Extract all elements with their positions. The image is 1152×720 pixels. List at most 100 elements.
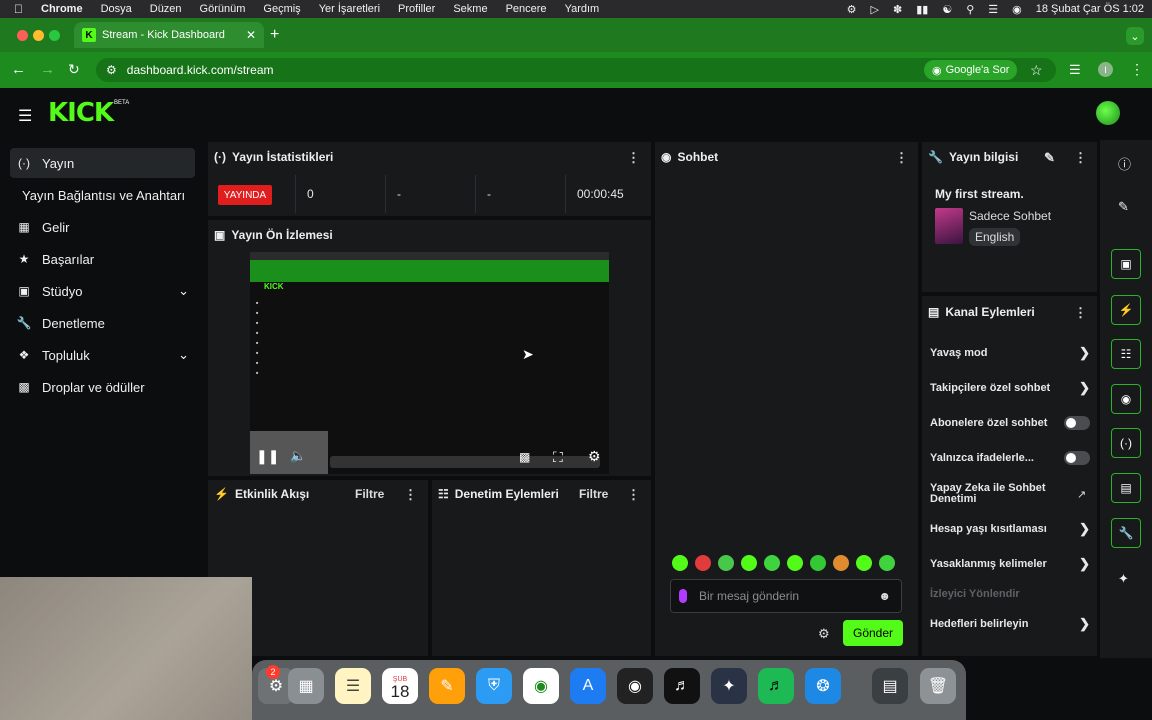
info-icon[interactable]: ⓘ xyxy=(1118,154,1131,173)
sidebar-item-studyo[interactable]: ▣ Stüdyo ⌄ xyxy=(10,276,195,306)
google-lens-button[interactable]: ◉ Google'a Sor xyxy=(924,60,1018,80)
new-tab-button[interactable]: + xyxy=(270,26,279,44)
rail-channel-actions-button[interactable]: ▤ xyxy=(1111,473,1141,503)
profile-avatar[interactable]: I xyxy=(1098,62,1113,77)
chat-settings-icon[interactable]: ⚙ xyxy=(818,626,830,642)
minimize-window-button[interactable] xyxy=(33,30,44,41)
chrome-icon[interactable]: ◉ xyxy=(523,668,559,704)
reload-button[interactable]: ↻ xyxy=(68,61,80,78)
rail-moderation-button[interactable]: ☷ xyxy=(1111,339,1141,369)
sidebar-item-gelir[interactable]: ▦ Gelir xyxy=(10,212,195,242)
chat-message-input[interactable] xyxy=(699,589,859,603)
menu-duzen[interactable]: Düzen xyxy=(150,3,182,15)
emote-icon[interactable] xyxy=(718,555,734,571)
safari-icon[interactable]: ❂ xyxy=(805,668,841,704)
channel-action-banned-words[interactable]: Yasaklanmış kelimeler ❯ xyxy=(930,556,1090,571)
launchpad-icon[interactable]: ▦ xyxy=(288,668,324,704)
piano-app-icon[interactable]: ♬ xyxy=(664,668,700,704)
notes-icon[interactable]: ☰ xyxy=(335,668,371,704)
menu-pencere[interactable]: Pencere xyxy=(506,3,547,15)
address-bar[interactable]: ⚙ dashboard.kick.com/stream xyxy=(96,58,1056,82)
status-icon[interactable]: ⚙ xyxy=(847,3,857,16)
stream-info-menu-icon[interactable]: ⋮ xyxy=(1074,150,1087,166)
pages-icon[interactable]: ✎ xyxy=(429,668,465,704)
clock[interactable]: 18 Şubat Çar ÖS 1:02 xyxy=(1036,3,1144,15)
menu-yardim[interactable]: Yardım xyxy=(565,3,600,15)
chevron-down-icon[interactable]: ⌄ xyxy=(178,347,189,363)
chevron-down-icon[interactable]: ⌄ xyxy=(178,283,189,299)
security-app-icon[interactable]: ⛨ xyxy=(476,668,512,704)
tab-search-button[interactable]: ⌄ xyxy=(1126,27,1144,45)
pause-icon[interactable]: ❚❚ xyxy=(256,448,279,465)
rail-activity-button[interactable]: ⚡ xyxy=(1111,295,1141,325)
rail-stream-info-button[interactable]: 🔧 xyxy=(1111,518,1141,548)
chat-menu-icon[interactable]: ⋮ xyxy=(895,150,908,166)
channel-action-ai-moderation[interactable]: Yapay Zeka ile Sohbet Denetimi xyxy=(930,483,1060,505)
downloads-stack-icon[interactable]: ▤ xyxy=(872,668,908,704)
hamburger-menu-icon[interactable]: ☰ xyxy=(18,106,32,126)
obs-icon[interactable]: ◉ xyxy=(617,668,653,704)
site-settings-icon[interactable]: ⚙ xyxy=(106,63,117,77)
menu-yer-isaretleri[interactable]: Yer İşaretleri xyxy=(319,3,380,15)
edit-icon[interactable]: ✎ xyxy=(1118,199,1129,215)
close-window-button[interactable] xyxy=(17,30,28,41)
extensions-icon[interactable]: ☰ xyxy=(1069,62,1081,78)
sidebar-item-denetleme[interactable]: 🔧 Denetleme xyxy=(10,308,195,338)
rail-preview-button[interactable]: ▣ xyxy=(1111,249,1141,279)
stream-category[interactable]: Sadece Sohbet xyxy=(969,209,1051,223)
channel-action-set-goals[interactable]: Hedefleri belirleyin ❯ xyxy=(930,616,1090,631)
external-link-icon[interactable]: ↗ xyxy=(1077,488,1086,501)
emote-icon[interactable] xyxy=(741,555,757,571)
bluetooth-icon[interactable]: ✽ xyxy=(893,3,902,16)
menu-sekme[interactable]: Sekme xyxy=(453,3,487,15)
menu-profiller[interactable]: Profiller xyxy=(398,3,435,15)
browser-tab[interactable]: K Stream - Kick Dashboard ✕ xyxy=(74,22,264,48)
rail-broadcast-button[interactable]: (·) xyxy=(1111,428,1141,458)
siri-icon[interactable]: ◉ xyxy=(1012,3,1022,16)
menu-gecmis[interactable]: Geçmiş xyxy=(263,3,300,15)
menu-app[interactable]: Chrome xyxy=(41,3,83,15)
sidebar-item-topluluk[interactable]: ❖ Topluluk ⌄ xyxy=(10,340,195,370)
battery-icon[interactable]: ▮▮ xyxy=(916,3,928,16)
kick-logo[interactable]: KICK xyxy=(48,98,114,128)
spotify-icon[interactable]: ♬ xyxy=(758,668,794,704)
calendar-icon[interactable]: ŞUB 18 xyxy=(382,668,418,704)
chat-message-field[interactable]: ☻ xyxy=(670,579,902,613)
emote-icon[interactable] xyxy=(879,555,895,571)
maximize-window-button[interactable] xyxy=(49,30,60,41)
play-icon[interactable]: ▷ xyxy=(871,3,879,16)
menu-gorunum[interactable]: Görünüm xyxy=(200,3,246,15)
emotes-only-toggle[interactable] xyxy=(1064,451,1090,465)
sidebar-item-droplar[interactable]: ▩ Droplar ve ödüller xyxy=(10,372,195,402)
channel-action-followers-only[interactable]: Takipçilere özel sohbet ❯ xyxy=(930,380,1090,395)
activity-menu-icon[interactable]: ⋮ xyxy=(404,487,417,503)
edit-pencil-icon[interactable]: ✎ xyxy=(1044,150,1055,166)
close-tab-icon[interactable]: ✕ xyxy=(246,28,256,42)
channel-action-account-age[interactable]: Hesap yaşı kısıtlaması ❯ xyxy=(930,521,1090,536)
emote-icon[interactable] xyxy=(810,555,826,571)
channel-action-slow-mode[interactable]: Yavaş mod ❯ xyxy=(930,345,1090,360)
emoji-picker-icon[interactable]: ☻ xyxy=(878,589,891,603)
sidebar-item-basarilar[interactable]: ★ Başarılar xyxy=(10,244,195,274)
control-center-icon[interactable]: ☰ xyxy=(988,3,998,16)
emote-icon[interactable] xyxy=(856,555,872,571)
emote-icon[interactable] xyxy=(764,555,780,571)
moderation-filter-button[interactable]: Filtre xyxy=(579,487,608,501)
emote-icon[interactable] xyxy=(695,555,711,571)
bookmark-star-icon[interactable]: ☆ xyxy=(1030,62,1043,79)
pip-icon[interactable]: ▩ xyxy=(519,450,530,464)
channel-actions-menu-icon[interactable]: ⋮ xyxy=(1074,305,1087,321)
activity-filter-button[interactable]: Filtre xyxy=(355,487,384,501)
subscribers-only-toggle[interactable] xyxy=(1064,416,1090,430)
wifi-icon[interactable]: ☯ xyxy=(942,3,952,16)
apple-icon[interactable]:  xyxy=(14,2,23,16)
app-store-icon[interactable]: A xyxy=(570,668,606,704)
emote-icon[interactable] xyxy=(833,555,849,571)
back-button[interactable]: ← xyxy=(11,61,26,78)
fullscreen-icon[interactable]: ⛶ xyxy=(553,449,563,466)
settings-gear-icon[interactable]: ⚙ xyxy=(588,448,601,465)
chrome-menu-icon[interactable]: ⋮ xyxy=(1130,61,1144,78)
sidebar-item-stream-key[interactable]: Yayın Bağlantısı ve Anahtarı xyxy=(22,180,206,210)
add-widget-icon[interactable]: ✦ xyxy=(1118,571,1129,587)
user-avatar[interactable] xyxy=(1096,101,1120,125)
